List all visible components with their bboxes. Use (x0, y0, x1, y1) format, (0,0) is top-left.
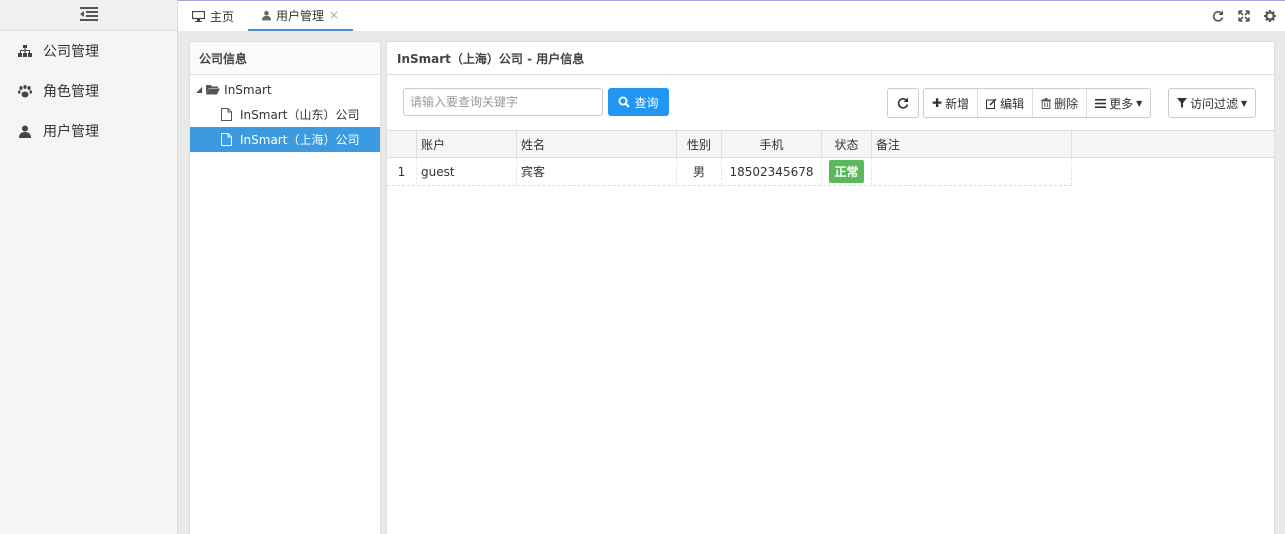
user-panel: InSmart（上海）公司 - 用户信息 查询 (386, 41, 1275, 534)
cell-name: 宾客 (517, 158, 677, 185)
search-input[interactable] (403, 88, 603, 116)
cell-remark (872, 158, 1072, 185)
user-panel-title: InSmart（上海）公司 - 用户信息 (387, 42, 1274, 75)
sidebar-item-user[interactable]: 用户管理 (0, 111, 177, 151)
file-icon (221, 108, 232, 121)
tree-node-label: InSmart（山东）公司 (240, 108, 360, 122)
tab-user-management[interactable]: 用户管理 × (248, 1, 354, 31)
cell-sex: 男 (677, 158, 722, 185)
column-header-name[interactable]: 姓名 (517, 131, 677, 157)
paw-icon (18, 84, 32, 98)
search-button-label: 查询 (634, 95, 659, 110)
company-panel-title: 公司信息 (190, 42, 380, 75)
filter-button[interactable]: 访问过滤 ▼ (1169, 89, 1255, 117)
list-icon (1095, 98, 1107, 108)
file-icon (221, 133, 232, 146)
status-badge: 正常 (829, 160, 864, 183)
edit-button[interactable]: 编辑 (977, 89, 1032, 117)
plus-icon: ✚ (932, 96, 943, 110)
cell-account: guest (417, 158, 517, 185)
add-button-label: 新增 (945, 96, 970, 111)
user-icon (18, 124, 32, 138)
filter-button-group: 访问过滤 ▼ (1168, 88, 1257, 118)
search-button[interactable]: 查询 (608, 88, 669, 116)
tree-node-label: InSmart (224, 82, 272, 97)
filter-button-label: 访问过滤 (1190, 96, 1239, 111)
tab-bar: 主页 用户管理 × (178, 0, 1285, 31)
table-row[interactable]: 1 guest 宾客 男 18502345678 正常 (387, 158, 1072, 186)
sidebar-item-label: 用户管理 (43, 124, 99, 140)
sidebar-item-company[interactable]: 公司管理 (0, 31, 177, 71)
refresh-button-group (887, 88, 919, 118)
edit-icon (986, 97, 997, 109)
action-button-group: ✚ 新增 编辑 删除 更多 ▼ (923, 88, 1152, 118)
window-controls (1211, 9, 1277, 23)
company-panel: 公司信息 ◢ InSmart InSmart（山东）公司 InSmart（上海）… (189, 41, 381, 534)
refresh-icon[interactable] (1211, 9, 1225, 23)
row-index: 1 (387, 158, 417, 185)
user-icon (262, 10, 272, 21)
tab-label: 主页 (210, 9, 235, 24)
gear-icon[interactable] (1263, 9, 1277, 23)
delete-button[interactable]: 删除 (1032, 89, 1086, 117)
close-icon[interactable]: × (329, 8, 339, 22)
sidebar-item-role[interactable]: 角色管理 (0, 71, 177, 111)
desktop-icon (192, 10, 205, 22)
cell-phone: 18502345678 (722, 158, 822, 185)
folder-open-icon (206, 84, 221, 95)
outdent-icon (79, 6, 98, 24)
tab-home[interactable]: 主页 (178, 1, 248, 31)
column-header-sex[interactable]: 性别 (677, 131, 722, 157)
refresh-button[interactable] (888, 89, 918, 117)
delete-button-label: 删除 (1054, 96, 1079, 111)
trash-icon (1041, 97, 1052, 109)
sidebar-item-label: 角色管理 (43, 84, 99, 100)
expand-triangle-icon[interactable]: ◢ (196, 85, 202, 94)
sidebar-item-label: 公司管理 (43, 44, 99, 60)
fullscreen-icon[interactable] (1237, 9, 1251, 23)
toolbar: 查询 ✚ 新增 (387, 75, 1274, 129)
edit-button-label: 编辑 (1000, 96, 1025, 111)
caret-down-icon: ▼ (1136, 98, 1143, 108)
grid-header: 账户 姓名 性别 手机 状态 备注 (387, 130, 1274, 158)
tree-node-label: InSmart（上海）公司 (240, 133, 360, 147)
user-grid: 账户 姓名 性别 手机 状态 备注 1 guest 宾客 男 185023456… (387, 130, 1274, 186)
column-header-index (387, 131, 417, 157)
caret-down-icon: ▼ (1241, 98, 1248, 108)
column-header-phone[interactable]: 手机 (722, 131, 822, 157)
tree-node-shanghai[interactable]: InSmart（上海）公司 (190, 127, 380, 152)
cell-status: 正常 (822, 158, 872, 185)
add-button[interactable]: ✚ 新增 (924, 89, 977, 117)
search-icon (618, 96, 631, 108)
more-button[interactable]: 更多 ▼ (1086, 89, 1150, 117)
column-header-status[interactable]: 状态 (822, 131, 872, 157)
sidebar-toggle-button[interactable] (0, 0, 177, 31)
refresh-icon (897, 97, 909, 109)
column-header-remark[interactable]: 备注 (872, 131, 1072, 157)
sidebar: 公司管理 角色管理 用户管理 (0, 0, 178, 534)
filter-icon (1177, 98, 1187, 108)
column-header-account[interactable]: 账户 (417, 131, 517, 157)
tree-node-root[interactable]: ◢ InSmart (190, 77, 380, 102)
tab-label: 用户管理 (276, 8, 325, 23)
company-tree: ◢ InSmart InSmart（山东）公司 InSmart（上海）公司 (190, 75, 380, 152)
sitemap-icon (18, 44, 32, 58)
more-button-label: 更多 (1109, 96, 1134, 111)
tree-node-shandong[interactable]: InSmart（山东）公司 (190, 102, 380, 127)
